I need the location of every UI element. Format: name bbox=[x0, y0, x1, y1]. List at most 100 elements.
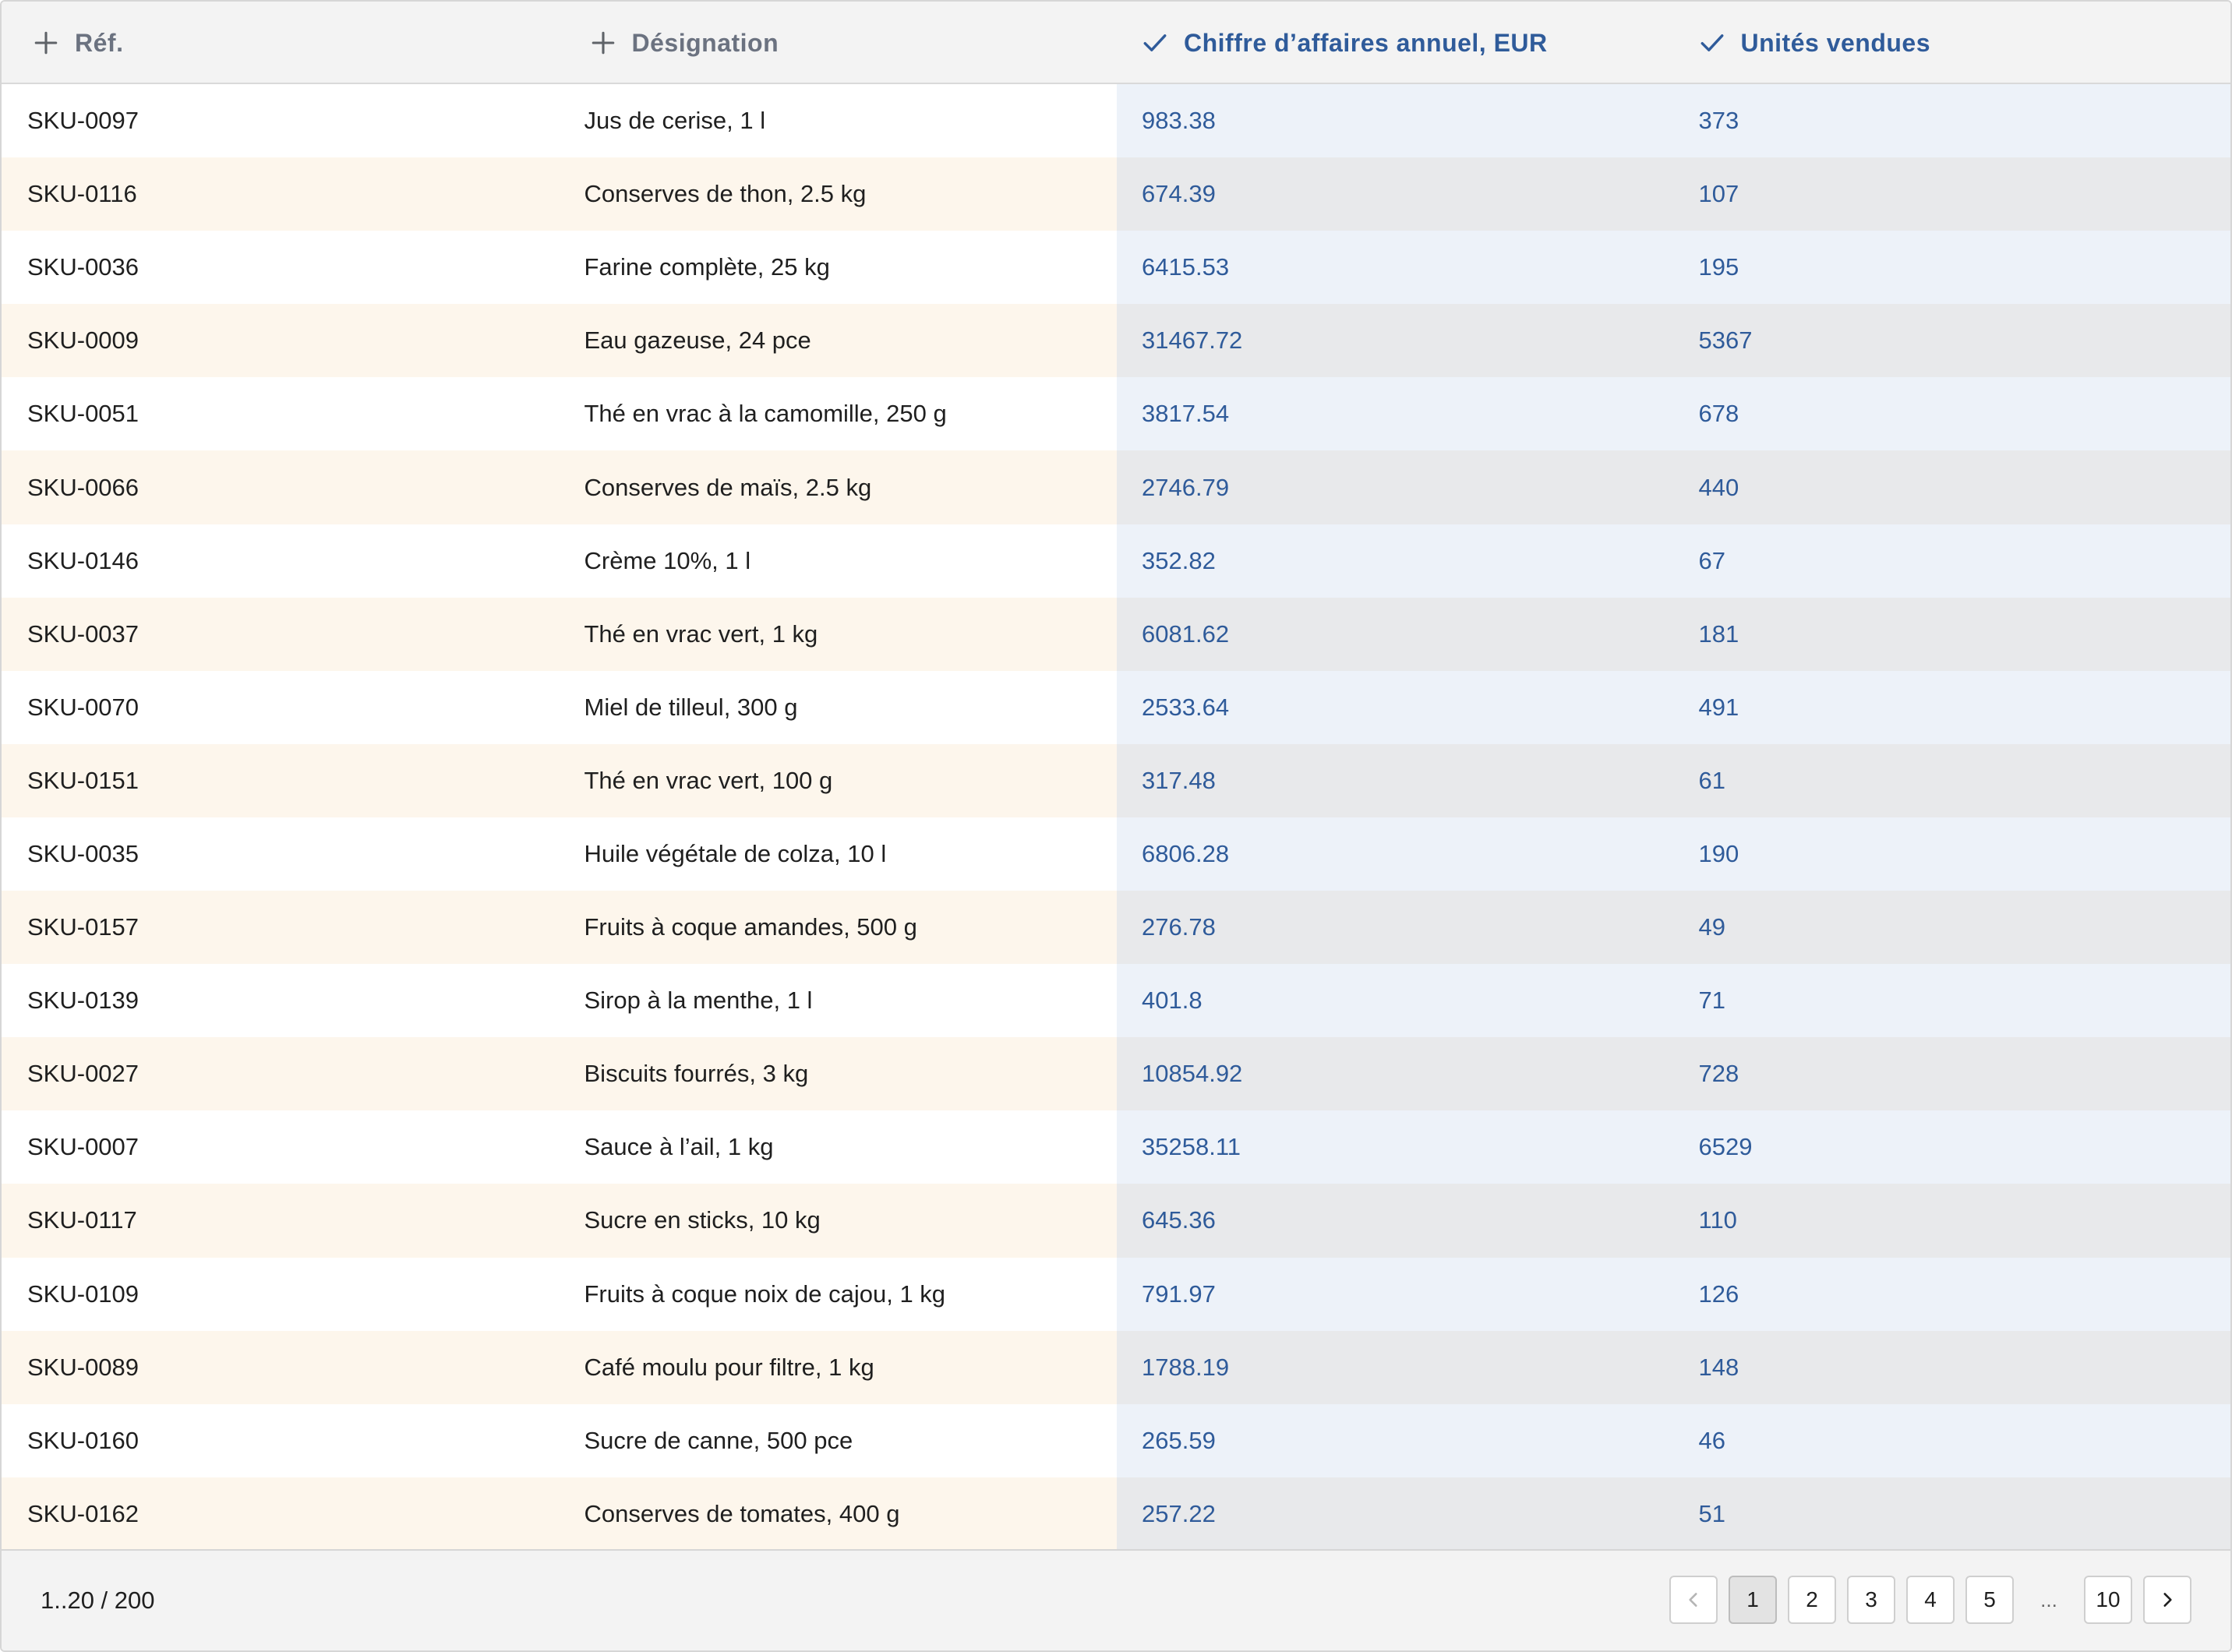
cell-units: 373 bbox=[1673, 84, 2230, 158]
plus-icon[interactable] bbox=[33, 30, 59, 56]
cell-units: 51 bbox=[1673, 1477, 2230, 1551]
cell-ref: SKU-0157 bbox=[2, 891, 559, 965]
table-row[interactable]: SKU-0157 Fruits à coque amandes, 500 g 276… bbox=[2, 891, 2230, 965]
cell-units: 190 bbox=[1673, 817, 2230, 891]
cell-designation: Huile végétale de colza, 10 l bbox=[558, 817, 1117, 891]
table-row[interactable]: SKU-0009 Eau gazeuse, 24 pce 31467.72 5367 bbox=[2, 304, 2230, 378]
cell-units: 678 bbox=[1673, 377, 2230, 451]
cell-revenue: 276.78 bbox=[1117, 891, 1674, 965]
cell-revenue: 6415.53 bbox=[1117, 231, 1674, 305]
check-icon[interactable] bbox=[1699, 30, 1725, 56]
page-button-4[interactable]: 4 bbox=[1906, 1576, 1955, 1624]
table-row[interactable]: SKU-0139 Sirop à la menthe, 1 l 401.8 71 bbox=[2, 964, 2230, 1038]
cell-revenue: 674.39 bbox=[1117, 157, 1674, 231]
cell-units: 491 bbox=[1673, 670, 2230, 744]
table-row[interactable]: SKU-0089 Café moulu pour filtre, 1 kg 1788… bbox=[2, 1330, 2230, 1404]
cell-revenue: 983.38 bbox=[1117, 84, 1674, 158]
pagination-footer: 1..20 / 200 1 2 3 4 5 ... 10 bbox=[2, 1549, 2230, 1650]
cell-units: 195 bbox=[1673, 231, 2230, 305]
table-row[interactable]: SKU-0117 Sucre en sticks, 10 kg 645.36 110 bbox=[2, 1184, 2230, 1258]
cell-revenue: 1788.19 bbox=[1117, 1330, 1674, 1404]
cell-designation: Biscuits fourrés, 3 kg bbox=[558, 1037, 1117, 1111]
cell-designation: Jus de cerise, 1 l bbox=[558, 84, 1117, 158]
next-page-button[interactable] bbox=[2143, 1576, 2191, 1624]
cell-designation: Eau gazeuse, 24 pce bbox=[558, 304, 1117, 378]
cell-units: 6529 bbox=[1673, 1110, 2230, 1184]
pager-ellipsis: ... bbox=[2040, 1587, 2057, 1611]
page-button-last[interactable]: 10 bbox=[2084, 1576, 2132, 1624]
cell-revenue: 257.22 bbox=[1117, 1477, 1674, 1551]
table-row[interactable]: SKU-0051 Thé en vrac à la camomille, 250 … bbox=[2, 377, 2230, 451]
cell-designation: Sauce à l’ail, 1 kg bbox=[558, 1110, 1117, 1184]
page-button-5[interactable]: 5 bbox=[1965, 1576, 2014, 1624]
cell-ref: SKU-0037 bbox=[2, 597, 559, 671]
cell-revenue: 6081.62 bbox=[1117, 597, 1674, 671]
cell-units: 67 bbox=[1673, 524, 2230, 598]
cell-designation: Sucre en sticks, 10 kg bbox=[558, 1184, 1117, 1258]
cell-revenue: 35258.11 bbox=[1117, 1110, 1674, 1184]
cell-revenue: 401.8 bbox=[1117, 964, 1674, 1038]
cell-revenue: 6806.28 bbox=[1117, 817, 1674, 891]
plus-icon[interactable] bbox=[590, 30, 616, 56]
table-row[interactable]: SKU-0151 Thé en vrac vert, 100 g 317.48 61 bbox=[2, 743, 2230, 817]
column-header-label: Désignation bbox=[631, 28, 779, 57]
column-header-revenue[interactable]: Chiffre d’affaires annuel, EUR bbox=[1117, 2, 1674, 84]
cell-ref: SKU-0066 bbox=[2, 450, 559, 524]
cell-revenue: 317.48 bbox=[1117, 743, 1674, 817]
table-row[interactable]: SKU-0160 Sucre de canne, 500 pce 265.59 46 bbox=[2, 1403, 2230, 1477]
table-row[interactable]: SKU-0146 Crème 10%, 1 l 352.82 67 bbox=[2, 524, 2230, 598]
table-row[interactable]: SKU-0036 Farine complète, 25 kg 6415.53 195 bbox=[2, 231, 2230, 305]
cell-units: 71 bbox=[1673, 964, 2230, 1038]
table-row[interactable]: SKU-0035 Huile végétale de colza, 10 l 680… bbox=[2, 817, 2230, 891]
page-button-3[interactable]: 3 bbox=[1847, 1576, 1895, 1624]
cell-revenue: 791.97 bbox=[1117, 1257, 1674, 1331]
check-icon[interactable] bbox=[1142, 30, 1168, 56]
cell-ref: SKU-0036 bbox=[2, 231, 559, 305]
table-row[interactable]: SKU-0109 Fruits à coque noix de cajou, 1 … bbox=[2, 1257, 2230, 1331]
cell-designation: Crème 10%, 1 l bbox=[558, 524, 1117, 598]
cell-ref: SKU-0035 bbox=[2, 817, 559, 891]
table-row[interactable]: SKU-0007 Sauce à l’ail, 1 kg 35258.11 6529 bbox=[2, 1110, 2230, 1184]
cell-revenue: 645.36 bbox=[1117, 1184, 1674, 1258]
data-grid: Réf. Désignation Chiffre d’affaires annu… bbox=[0, 0, 2232, 1652]
cell-revenue: 265.59 bbox=[1117, 1403, 1674, 1477]
column-header-ref[interactable]: Réf. bbox=[2, 2, 559, 84]
table-row[interactable]: SKU-0037 Thé en vrac vert, 1 kg 6081.62 181 bbox=[2, 597, 2230, 671]
chevron-right-icon bbox=[2163, 1593, 2172, 1607]
column-header-label: Chiffre d’affaires annuel, EUR bbox=[1184, 28, 1548, 57]
cell-revenue: 2533.64 bbox=[1117, 670, 1674, 744]
table-row[interactable]: SKU-0027 Biscuits fourrés, 3 kg 10854.92 72… bbox=[2, 1037, 2230, 1111]
table-row[interactable]: SKU-0097 Jus de cerise, 1 l 983.38 373 bbox=[2, 84, 2230, 158]
page-button-1[interactable]: 1 bbox=[1729, 1576, 1777, 1624]
table-row[interactable]: SKU-0116 Conserves de thon, 2.5 kg 674.39 1… bbox=[2, 157, 2230, 231]
cell-revenue: 10854.92 bbox=[1117, 1037, 1674, 1111]
table-row[interactable]: SKU-0162 Conserves de tomates, 400 g 257.2… bbox=[2, 1477, 2230, 1551]
cell-ref: SKU-0089 bbox=[2, 1330, 559, 1404]
cell-units: 440 bbox=[1673, 450, 2230, 524]
cell-units: 5367 bbox=[1673, 304, 2230, 378]
cell-designation: Thé en vrac vert, 1 kg bbox=[558, 597, 1117, 671]
cell-ref: SKU-0162 bbox=[2, 1477, 559, 1551]
cell-units: 61 bbox=[1673, 743, 2230, 817]
cell-ref: SKU-0051 bbox=[2, 377, 559, 451]
cell-units: 107 bbox=[1673, 157, 2230, 231]
cell-designation: Farine complète, 25 kg bbox=[558, 231, 1117, 305]
cell-ref: SKU-0070 bbox=[2, 670, 559, 744]
cell-ref: SKU-0117 bbox=[2, 1184, 559, 1258]
table-row[interactable]: SKU-0070 Miel de tilleul, 300 g 2533.64 491 bbox=[2, 670, 2230, 744]
prev-page-button[interactable] bbox=[1669, 1576, 1718, 1624]
page-button-2[interactable]: 2 bbox=[1788, 1576, 1836, 1624]
cell-designation: Thé en vrac vert, 100 g bbox=[558, 743, 1117, 817]
chevron-left-icon bbox=[1689, 1593, 1697, 1607]
cell-designation: Café moulu pour filtre, 1 kg bbox=[558, 1330, 1117, 1404]
table-header: Réf. Désignation Chiffre d’affaires annu… bbox=[2, 2, 2230, 84]
column-header-units[interactable]: Unités vendues bbox=[1674, 2, 2231, 84]
cell-ref: SKU-0007 bbox=[2, 1110, 559, 1184]
cell-designation: Miel de tilleul, 300 g bbox=[558, 670, 1117, 744]
cell-designation: Thé en vrac à la camomille, 250 g bbox=[558, 377, 1117, 451]
column-header-designation[interactable]: Désignation bbox=[559, 2, 1118, 84]
cell-ref: SKU-0027 bbox=[2, 1037, 559, 1111]
cell-units: 49 bbox=[1673, 891, 2230, 965]
table-row[interactable]: SKU-0066 Conserves de maïs, 2.5 kg 2746.79… bbox=[2, 450, 2230, 524]
cell-designation: Fruits à coque amandes, 500 g bbox=[558, 891, 1117, 965]
